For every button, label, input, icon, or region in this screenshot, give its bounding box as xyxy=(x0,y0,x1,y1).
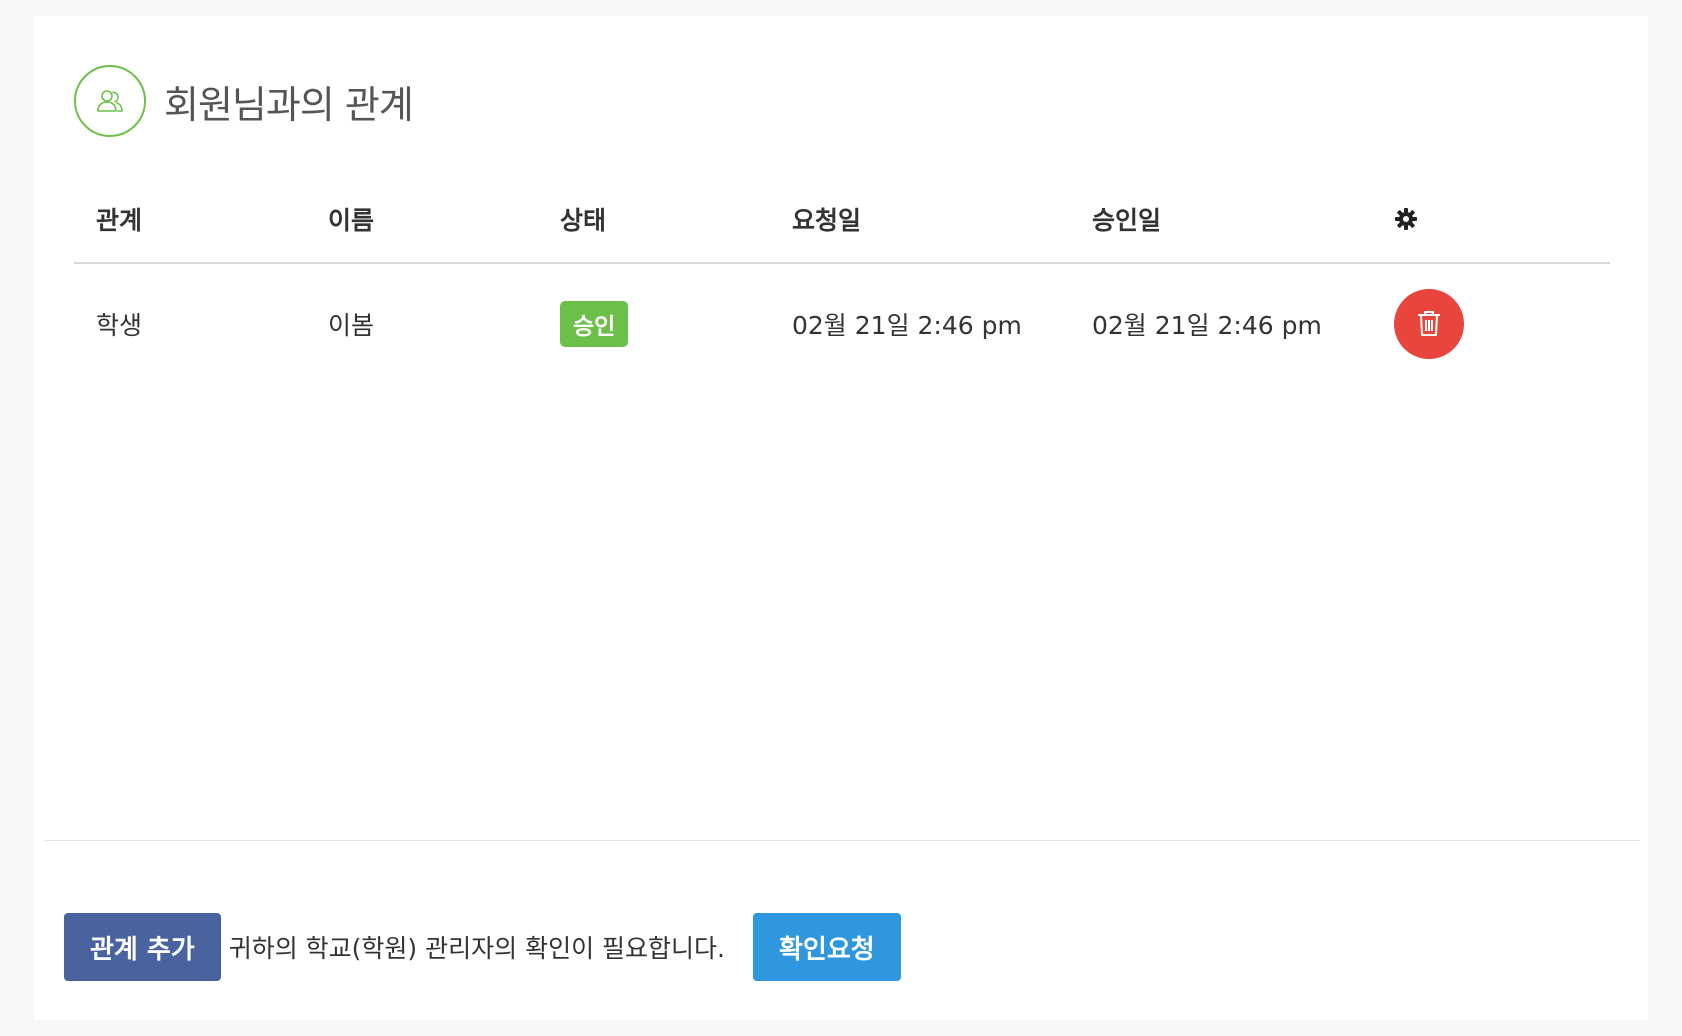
column-header-name: 이름 xyxy=(328,206,375,235)
column-header-requested: 요청일 xyxy=(792,206,862,235)
column-header-status: 상태 xyxy=(560,206,607,235)
request-confirmation-button[interactable]: 확인요청 xyxy=(752,913,901,981)
approved-date-cell: 02월 21일 2:46 pm xyxy=(1092,311,1322,340)
column-header-relation: 관계 xyxy=(96,206,143,235)
relation-cell: 학생 xyxy=(96,311,143,340)
panel-header: 회원님과의 관계 xyxy=(74,65,414,137)
delete-button[interactable] xyxy=(1394,289,1464,359)
relations-table: 관계 이름 상태 요청일 승인일 학생 이봄 승인 02월 21일 2:46 p… xyxy=(74,176,1610,384)
add-relation-button[interactable]: 관계 추가 xyxy=(64,913,221,981)
trash-icon xyxy=(1418,311,1440,336)
name-cell: 이봄 xyxy=(328,311,375,340)
admin-notice: 귀하의 학교(학원) 관리자의 확인이 필요합니다. xyxy=(228,934,725,963)
gear-icon xyxy=(1394,176,1418,262)
footer-divider xyxy=(44,840,1640,841)
table-row: 학생 이봄 승인 02월 21일 2:46 pm 02월 21일 2:46 pm xyxy=(74,264,1610,384)
action-cell xyxy=(1394,264,1464,384)
column-header-approved: 승인일 xyxy=(1092,206,1162,235)
requested-date-cell: 02월 21일 2:46 pm xyxy=(792,311,1022,340)
users-icon xyxy=(74,65,146,137)
page-title: 회원님과의 관계 xyxy=(164,82,414,127)
status-cell: 승인 xyxy=(560,264,629,384)
status-badge: 승인 xyxy=(560,301,629,347)
relations-panel: 회원님과의 관계 관계 이름 상태 요청일 승인일 학생 이봄 승인 02월 2… xyxy=(34,16,1648,1020)
footer: 관계 추가 귀하의 학교(학원) 관리자의 확인이 필요합니다. 확인요청 xyxy=(64,913,901,981)
table-header: 관계 이름 상태 요청일 승인일 xyxy=(74,176,1610,264)
